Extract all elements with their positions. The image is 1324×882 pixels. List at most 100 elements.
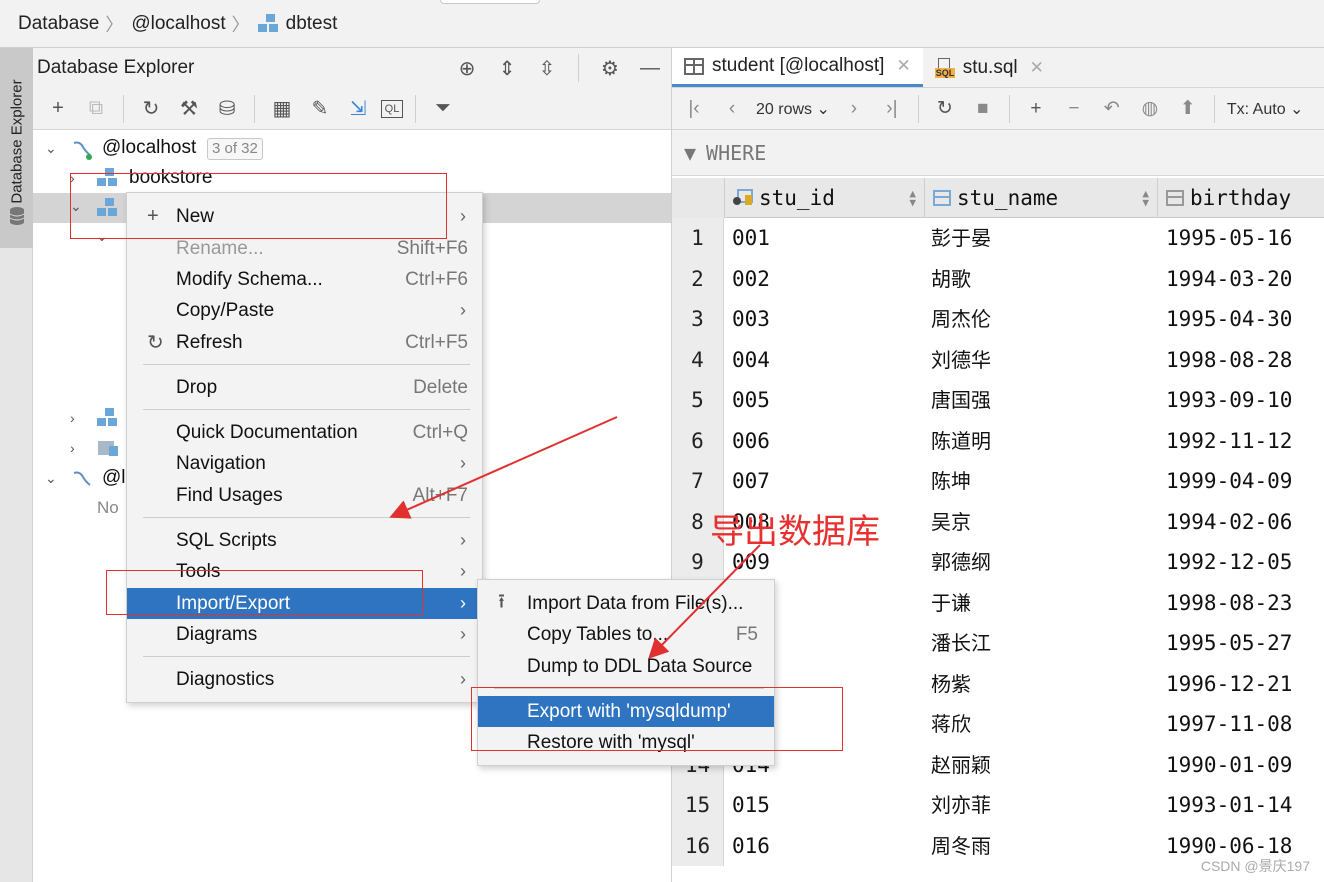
table-row[interactable]: 1 001 彭于晏 1995-05-16 [672, 218, 1324, 259]
cell-stu-name[interactable]: 周冬雨 [931, 826, 991, 867]
chevron-down-icon[interactable]: ⌄ [45, 471, 59, 485]
table-view-icon[interactable]: ▦ [267, 94, 297, 124]
cell-stu-id[interactable]: 015 [732, 785, 770, 826]
cell-stu-name[interactable]: 吴京 [931, 502, 971, 543]
column-header-stu-id[interactable]: stu_id ▲ ▼ [725, 178, 925, 218]
submenu-item-import-data-from-file-s[interactable]: ⭱ Import Data from File(s)... [478, 588, 774, 619]
page-size-select[interactable]: 20 rows ⌄ [756, 99, 830, 119]
menu-item-rename[interactable]: Rename... Shift+F6 [127, 233, 482, 264]
menu-item-drop[interactable]: Drop Delete [127, 372, 482, 403]
menu-item-import-export[interactable]: Import/Export › [127, 588, 482, 619]
menu-item-sql-scripts[interactable]: SQL Scripts › [127, 525, 482, 556]
table-row[interactable]: 7 007 陈坤 1999-04-09 [672, 461, 1324, 502]
cell-birthday[interactable]: 1998-08-23 [1166, 583, 1292, 624]
data-source-properties-icon[interactable]: ⚒ [174, 94, 204, 124]
gear-icon[interactable]: ⚙ [597, 55, 623, 81]
delete-row-icon[interactable]: − [1060, 95, 1088, 123]
column-header-stu-name[interactable]: stu_name ▲ ▼ [925, 178, 1158, 218]
breadcrumb-schema[interactable]: dbtest [257, 13, 337, 35]
table-row[interactable]: 5 005 唐国强 1993-09-10 [672, 380, 1324, 421]
cell-stu-name[interactable]: 唐国强 [931, 380, 991, 421]
cell-birthday[interactable]: 1996-12-21 [1166, 664, 1292, 705]
cell-birthday[interactable]: 1993-09-10 [1166, 380, 1292, 421]
sort-icon[interactable]: ▲ ▼ [1142, 188, 1149, 208]
cell-stu-name[interactable]: 彭于晏 [931, 218, 991, 259]
reload-icon[interactable]: ↻ [931, 95, 959, 123]
add-icon[interactable]: + [43, 94, 73, 124]
next-page-icon[interactable]: › [840, 95, 868, 123]
chevron-right-icon[interactable]: › [70, 441, 84, 455]
cell-birthday[interactable]: 1997-11-08 [1166, 704, 1292, 745]
database-explorer-strip-tab[interactable]: Database Explorer [0, 48, 33, 248]
revert-icon[interactable]: ↶ [1098, 95, 1126, 123]
breadcrumb-database[interactable]: Database [18, 13, 99, 35]
submenu-item-copy-tables-to[interactable]: Copy Tables to... F5 [478, 619, 774, 650]
cell-stu-id[interactable]: 003 [732, 299, 770, 340]
chevron-right-icon[interactable]: › [70, 411, 84, 425]
cell-birthday[interactable]: 1990-01-09 [1166, 745, 1292, 786]
cell-stu-id[interactable]: 001 [732, 218, 770, 259]
menu-item-new[interactable]: + New › [127, 201, 482, 232]
tree-row-bookstore[interactable]: › bookstore [33, 163, 671, 193]
cell-birthday[interactable]: 1992-11-12 [1166, 421, 1292, 462]
cell-birthday[interactable]: 1999-04-09 [1166, 461, 1292, 502]
menu-item-tools[interactable]: Tools › [127, 556, 482, 587]
cell-stu-name[interactable]: 陈道明 [931, 421, 991, 462]
cell-stu-name[interactable]: 郭德纲 [931, 542, 991, 583]
table-row[interactable]: 3 003 周杰伦 1995-04-30 [672, 299, 1324, 340]
table-row[interactable]: 15 015 刘亦菲 1993-01-14 [672, 785, 1324, 826]
menu-item-diagrams[interactable]: Diagrams › [127, 619, 482, 650]
tab-stu-sql[interactable]: SQL stu.sql ✕ [923, 48, 1056, 87]
where-filter[interactable]: ▼ WHERE [672, 130, 1324, 176]
cell-birthday[interactable]: 1994-03-20 [1166, 259, 1292, 300]
cell-stu-name[interactable]: 于谦 [931, 583, 971, 624]
cell-stu-name[interactable]: 赵丽颖 [931, 745, 991, 786]
cell-stu-name[interactable]: 刘亦菲 [931, 785, 991, 826]
table-row[interactable]: 4 004 刘德华 1998-08-28 [672, 339, 1324, 381]
filter-icon[interactable]: ⏷ [428, 94, 458, 124]
table-row[interactable]: 6 006 陈道明 1992-11-12 [672, 420, 1324, 462]
refresh-icon[interactable]: ↻ [136, 94, 166, 124]
cell-birthday[interactable]: 1995-04-30 [1166, 299, 1292, 340]
cell-stu-name[interactable]: 陈坤 [931, 461, 971, 502]
chevron-down-icon[interactable]: ⌄ [45, 141, 59, 155]
cell-stu-id[interactable]: 016 [732, 826, 770, 867]
submenu-item-export-with-mysqldump[interactable]: Export with 'mysqldump' [478, 696, 774, 727]
transaction-mode-select[interactable]: Tx: Auto ⌄ [1227, 99, 1304, 119]
chevron-down-icon[interactable]: ⌄ [96, 229, 110, 243]
cell-stu-id[interactable]: 002 [732, 259, 770, 300]
disconnect-icon[interactable]: ⛁ [212, 94, 242, 124]
chevron-down-icon[interactable]: ⌄ [70, 199, 84, 213]
cell-stu-name[interactable]: 蒋欣 [931, 704, 971, 745]
submenu-item-dump-to-ddl-data-source[interactable]: Dump to DDL Data Source [478, 651, 774, 682]
cell-birthday[interactable]: 1995-05-16 [1166, 218, 1292, 259]
menu-item-refresh[interactable]: ↻ Refresh Ctrl+F5 [127, 327, 482, 358]
cell-stu-id[interactable]: 005 [732, 380, 770, 421]
stop-icon[interactable]: ■ [969, 95, 997, 123]
menu-item-quick-documentation[interactable]: Quick Documentation Ctrl+Q [127, 417, 482, 448]
first-page-icon[interactable]: |‹ [680, 95, 708, 123]
preview-icon[interactable]: ◍ [1136, 95, 1164, 123]
collapse-all-icon[interactable]: ⇳ [534, 55, 560, 81]
cell-birthday[interactable]: 1994-02-06 [1166, 502, 1292, 543]
edit-icon[interactable]: ✎ [305, 94, 335, 124]
chevron-right-icon[interactable]: › [70, 171, 84, 185]
sort-icon[interactable]: ▲ ▼ [909, 188, 916, 208]
menu-item-navigation[interactable]: Navigation › [127, 448, 482, 479]
copy-icon[interactable]: ⧉ [81, 94, 111, 124]
jump-to-source-icon[interactable]: ⇲ [343, 94, 373, 124]
column-header-birthday[interactable]: birthday [1158, 178, 1324, 218]
query-console-icon[interactable]: QL [381, 99, 403, 118]
cell-stu-name[interactable]: 杨紫 [931, 664, 971, 705]
previous-page-icon[interactable]: ‹ [718, 95, 746, 123]
tab-student[interactable]: student [@localhost] ✕ [672, 48, 923, 87]
breadcrumb-host[interactable]: @localhost [131, 13, 225, 35]
cell-stu-name[interactable]: 胡歌 [931, 259, 971, 300]
menu-item-diagnostics[interactable]: Diagnostics › [127, 664, 482, 695]
cell-birthday[interactable]: 1995-05-27 [1166, 623, 1292, 664]
submenu-item-restore-with-mysql[interactable]: Restore with 'mysql' [478, 727, 774, 758]
close-icon[interactable]: ✕ [1030, 58, 1044, 78]
cell-stu-id[interactable]: 004 [732, 340, 770, 381]
submit-icon[interactable]: ⬆ [1174, 95, 1202, 123]
expand-all-icon[interactable]: ⇕ [494, 55, 520, 81]
